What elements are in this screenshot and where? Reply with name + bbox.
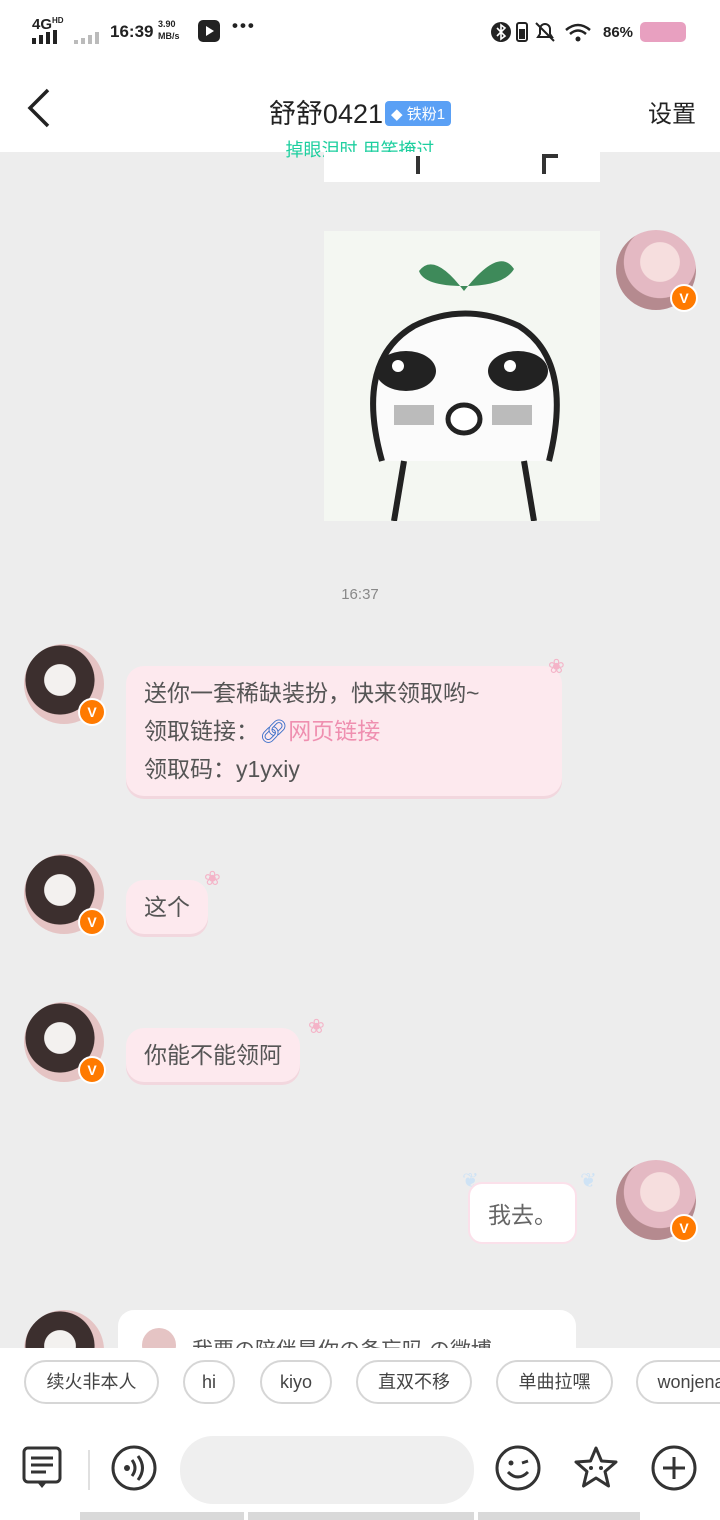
- message-text: 你能不能领阿: [144, 1042, 282, 1068]
- verified-badge-icon: V: [78, 698, 106, 726]
- fan-badge: ◆ 铁粉1: [385, 101, 452, 126]
- battery-icon: [640, 22, 686, 42]
- settings-button[interactable]: 设置: [648, 94, 696, 129]
- chat-title[interactable]: 舒舒0421 ◆ 铁粉1: [0, 92, 720, 131]
- message-text: 我去。: [488, 1202, 557, 1228]
- chat-header: 舒舒0421 ◆ 铁粉1 掉眼泪时 用笑掩过 设置: [0, 64, 720, 160]
- verified-badge-icon: V: [78, 1056, 106, 1084]
- my-message-bubble[interactable]: 我去。: [468, 1182, 577, 1244]
- contact-avatar[interactable]: V: [24, 854, 106, 936]
- paw-decoration-icon: ❀: [308, 1016, 325, 1038]
- contact-avatar[interactable]: V: [24, 1002, 106, 1084]
- voice-icon[interactable]: [110, 1444, 158, 1492]
- my-avatar[interactable]: V: [616, 1160, 698, 1242]
- post-title: 我要の陪伴是你の备忘吗 の微博: [192, 1334, 492, 1348]
- verified-badge-icon: V: [670, 1214, 698, 1242]
- signal-icon: [32, 30, 99, 44]
- battery-percent: 86%: [603, 24, 634, 41]
- net-speed: 3.90 MB/s: [158, 19, 180, 41]
- input-toolbar: [0, 1424, 720, 1520]
- gift-code-text: 领取码：y1yxiy: [144, 756, 300, 782]
- add-icon[interactable]: [650, 1444, 698, 1492]
- paw-decoration-icon: ❀: [204, 868, 221, 890]
- verified-badge-icon: V: [670, 284, 698, 312]
- paw-decoration-icon: ❀: [548, 656, 565, 678]
- gift-message-text: 送你一套稀缺装扮，快来领取哟~: [144, 680, 480, 706]
- quick-reply-bar: 续火非本人 hi kiyo 直双不移 单曲拉嘿 wonjena: [0, 1348, 720, 1424]
- verified-badge-icon: V: [78, 908, 106, 936]
- status-bar: 4GHD 16:39 3.90 MB/s ••• 86%: [0, 0, 720, 64]
- emoji-icon[interactable]: [494, 1444, 542, 1492]
- scroll-indicator: [248, 1512, 474, 1520]
- quick-reply-chip[interactable]: 直双不移: [356, 1360, 472, 1404]
- more-dots-icon: •••: [232, 16, 256, 35]
- sprout-sticker-image[interactable]: [324, 231, 600, 522]
- sticker-drawing: [416, 154, 558, 174]
- scroll-indicator: [478, 1512, 640, 1520]
- video-app-icon: [198, 20, 220, 42]
- wing-decoration-icon: ❦: [580, 1170, 597, 1192]
- sticker-partial[interactable]: [324, 152, 600, 182]
- quick-reply-chip[interactable]: 续火非本人: [24, 1360, 159, 1404]
- contact-name: 舒舒0421: [268, 99, 384, 129]
- quick-reply-chip[interactable]: hi: [183, 1360, 235, 1404]
- quick-reply-chip[interactable]: kiyo: [260, 1360, 332, 1404]
- quick-reply-chip[interactable]: 单曲拉嘿: [496, 1360, 613, 1404]
- clock: 16:39: [110, 22, 154, 41]
- gift-message-bubble[interactable]: 送你一套稀缺装扮，快来领取哟~ 领取链接：🔗︎网页链接 领取码：y1yxiy: [126, 666, 562, 796]
- shared-post-card[interactable]: 我要の陪伴是你の备忘吗 の微博: [118, 1310, 576, 1348]
- web-link[interactable]: 网页链接: [288, 718, 380, 744]
- menu-list-icon[interactable]: [20, 1444, 68, 1492]
- link-icon: 🔗︎: [259, 718, 289, 744]
- message-text: 这个: [144, 894, 190, 920]
- message-bubble[interactable]: 这个: [126, 880, 208, 934]
- gift-link-row: 领取链接：🔗︎网页链接: [144, 718, 381, 744]
- message-bubble[interactable]: 你能不能领阿: [126, 1028, 300, 1082]
- sprout-character-illustration: [324, 231, 600, 522]
- post-avatar: [142, 1328, 176, 1348]
- message-timestamp: 16:37: [341, 586, 379, 603]
- star-sticker-icon[interactable]: [572, 1444, 620, 1492]
- contact-avatar[interactable]: V: [24, 644, 106, 726]
- my-avatar[interactable]: V: [616, 230, 698, 312]
- system-icons: [491, 22, 591, 42]
- scroll-indicator: [80, 1512, 244, 1520]
- quick-reply-chip[interactable]: wonjena: [636, 1360, 720, 1404]
- message-input[interactable]: [180, 1436, 474, 1504]
- divider: [88, 1450, 90, 1490]
